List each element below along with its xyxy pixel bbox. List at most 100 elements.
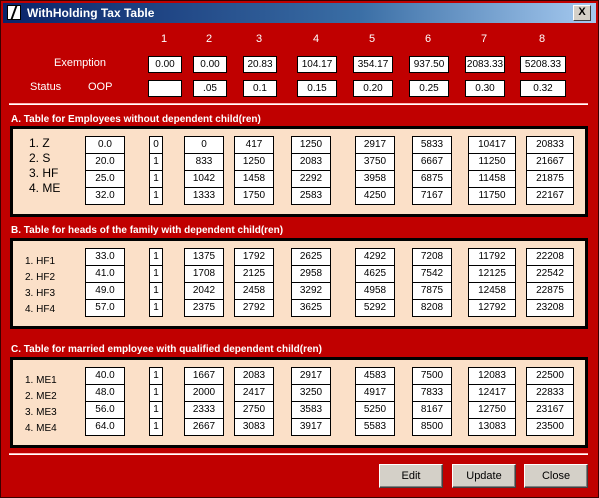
exemption-field[interactable]: 0.00: [193, 56, 227, 73]
value-cell[interactable]: 56.0: [86, 402, 124, 419]
value-cell[interactable]: 21875: [527, 171, 573, 188]
value-cell[interactable]: 22167: [527, 188, 573, 204]
exemption-field[interactable]: 0.00: [148, 56, 182, 73]
value-cell[interactable]: 22542: [527, 266, 573, 283]
value-cell[interactable]: 4958: [356, 283, 394, 300]
close-button[interactable]: Close: [524, 464, 588, 488]
value-cell[interactable]: 1: [150, 154, 162, 171]
value-cell[interactable]: 49.0: [86, 283, 124, 300]
value-cell[interactable]: 22833: [527, 385, 573, 402]
value-cell[interactable]: 23500: [527, 419, 573, 435]
value-cell[interactable]: 11750: [469, 188, 515, 204]
value-cell[interactable]: 2917: [292, 368, 330, 385]
value-cell[interactable]: 41.0: [86, 266, 124, 283]
value-cell[interactable]: 3917: [292, 419, 330, 435]
value-cell[interactable]: 4292: [356, 249, 394, 266]
value-cell[interactable]: 40.0: [86, 368, 124, 385]
value-cell[interactable]: 833: [185, 154, 223, 171]
value-cell[interactable]: 1: [150, 266, 162, 283]
value-cell[interactable]: 3083: [235, 419, 273, 435]
edit-button[interactable]: Edit: [379, 464, 443, 488]
oop-field[interactable]: 0.25: [409, 80, 449, 97]
exemption-field[interactable]: 104.17: [297, 56, 337, 73]
oop-field[interactable]: .05: [193, 80, 227, 97]
exemption-field[interactable]: 937.50: [409, 56, 449, 73]
value-cell[interactable]: 12750: [469, 402, 515, 419]
value-cell[interactable]: 8500: [413, 419, 451, 435]
value-cell[interactable]: 22500: [527, 368, 573, 385]
value-cell[interactable]: 13083: [469, 419, 515, 435]
value-cell[interactable]: 2417: [235, 385, 273, 402]
value-cell[interactable]: 1667: [185, 368, 223, 385]
value-cell[interactable]: 7500: [413, 368, 451, 385]
value-cell[interactable]: 2292: [292, 171, 330, 188]
value-cell[interactable]: 1: [150, 385, 162, 402]
exemption-field[interactable]: 2083.33: [465, 56, 505, 73]
value-cell[interactable]: 3250: [292, 385, 330, 402]
value-cell[interactable]: 3750: [356, 154, 394, 171]
value-cell[interactable]: 2750: [235, 402, 273, 419]
exemption-field[interactable]: 5208.33: [520, 56, 566, 73]
value-cell[interactable]: 5583: [356, 419, 394, 435]
value-cell[interactable]: 3292: [292, 283, 330, 300]
value-cell[interactable]: 8208: [413, 300, 451, 316]
value-cell[interactable]: 23208: [527, 300, 573, 316]
value-cell[interactable]: 8167: [413, 402, 451, 419]
value-cell[interactable]: 1250: [235, 154, 273, 171]
value-cell[interactable]: 1458: [235, 171, 273, 188]
value-cell[interactable]: 7542: [413, 266, 451, 283]
value-cell[interactable]: 1333: [185, 188, 223, 204]
value-cell[interactable]: 2625: [292, 249, 330, 266]
value-cell[interactable]: 0.0: [86, 137, 124, 154]
value-cell[interactable]: 1: [150, 283, 162, 300]
value-cell[interactable]: 417: [235, 137, 273, 154]
value-cell[interactable]: 2000: [185, 385, 223, 402]
value-cell[interactable]: 11458: [469, 171, 515, 188]
value-cell[interactable]: 3583: [292, 402, 330, 419]
value-cell[interactable]: 12792: [469, 300, 515, 316]
value-cell[interactable]: 2042: [185, 283, 223, 300]
oop-field[interactable]: 0.20: [353, 80, 393, 97]
value-cell[interactable]: 7875: [413, 283, 451, 300]
value-cell[interactable]: 1: [150, 368, 162, 385]
value-cell[interactable]: 1375: [185, 249, 223, 266]
close-window-button[interactable]: X: [573, 5, 591, 21]
exemption-field[interactable]: 20.83: [243, 56, 277, 73]
oop-field[interactable]: [148, 80, 182, 97]
oop-field[interactable]: 0.32: [520, 80, 566, 97]
value-cell[interactable]: 2583: [292, 188, 330, 204]
value-cell[interactable]: 2792: [235, 300, 273, 316]
value-cell[interactable]: 1: [150, 171, 162, 188]
value-cell[interactable]: 6875: [413, 171, 451, 188]
value-cell[interactable]: 12125: [469, 266, 515, 283]
value-cell[interactable]: 4250: [356, 188, 394, 204]
value-cell[interactable]: 1750: [235, 188, 273, 204]
value-cell[interactable]: 21667: [527, 154, 573, 171]
value-cell[interactable]: 12417: [469, 385, 515, 402]
value-cell[interactable]: 2375: [185, 300, 223, 316]
value-cell[interactable]: 1250: [292, 137, 330, 154]
value-cell[interactable]: 2458: [235, 283, 273, 300]
value-cell[interactable]: 12458: [469, 283, 515, 300]
value-cell[interactable]: 1792: [235, 249, 273, 266]
value-cell[interactable]: 57.0: [86, 300, 124, 316]
value-cell[interactable]: 2917: [356, 137, 394, 154]
value-cell[interactable]: 1: [150, 402, 162, 419]
value-cell[interactable]: 2333: [185, 402, 223, 419]
value-cell[interactable]: 11792: [469, 249, 515, 266]
value-cell[interactable]: 22875: [527, 283, 573, 300]
value-cell[interactable]: 1: [150, 419, 162, 435]
value-cell[interactable]: 2125: [235, 266, 273, 283]
value-cell[interactable]: 10417: [469, 137, 515, 154]
value-cell[interactable]: 32.0: [86, 188, 124, 204]
update-button[interactable]: Update: [452, 464, 516, 488]
exemption-field[interactable]: 354.17: [353, 56, 393, 73]
value-cell[interactable]: 3958: [356, 171, 394, 188]
value-cell[interactable]: 48.0: [86, 385, 124, 402]
value-cell[interactable]: 0: [185, 137, 223, 154]
value-cell[interactable]: 7167: [413, 188, 451, 204]
value-cell[interactable]: 2958: [292, 266, 330, 283]
value-cell[interactable]: 4583: [356, 368, 394, 385]
value-cell[interactable]: 2667: [185, 419, 223, 435]
value-cell[interactable]: 20.0: [86, 154, 124, 171]
